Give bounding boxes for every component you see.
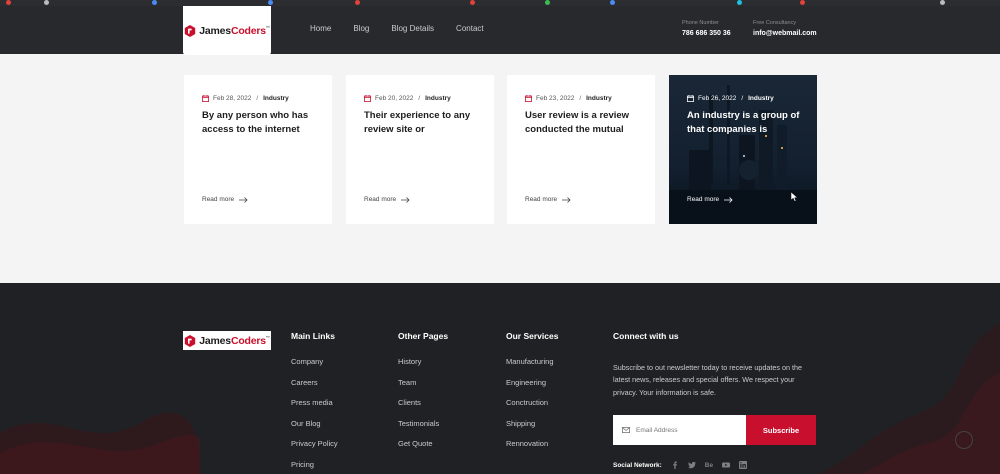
footer-link[interactable]: Privacy Policy <box>291 439 338 449</box>
footer-column-other-pages: Other Pages History Team Clients Testimo… <box>398 331 448 461</box>
arrow-right-icon <box>562 196 571 203</box>
footer-link[interactable]: Manufacturing <box>506 357 558 367</box>
nav-blog-details[interactable]: Blog Details <box>391 24 434 33</box>
site-header: JamesCoders™ Home Blog Blog Details Cont… <box>0 6 1000 55</box>
read-more-link[interactable]: Read more <box>687 196 733 203</box>
footer-link[interactable]: Clients <box>398 398 448 408</box>
card-category[interactable]: Industry <box>586 95 612 102</box>
arrow-right-icon <box>724 196 733 203</box>
site-footer: JamesCoders™ Main Links Company Careers … <box>0 283 1000 474</box>
email-input[interactable]: Email Address <box>613 415 746 445</box>
footer-link[interactable]: Rennovation <box>506 439 558 449</box>
card-category[interactable]: Industry <box>748 95 774 102</box>
footer-link[interactable]: Careers <box>291 378 338 388</box>
read-more-link[interactable]: Read more <box>202 196 248 203</box>
read-more-link[interactable]: Read more <box>525 196 571 203</box>
footer-link[interactable]: Engineering <box>506 378 558 388</box>
brand-name: JamesCoders™ <box>199 334 270 347</box>
footer-wave-decoration-left <box>0 412 200 474</box>
column-heading: Main Links <box>291 331 335 341</box>
brand-logo-icon <box>185 334 196 347</box>
footer-column-connect: Connect with us <box>613 331 679 358</box>
newsletter-description: Subscribe to out newsletter today to rec… <box>613 363 802 397</box>
footer-link[interactable]: History <box>398 357 448 367</box>
mail-icon <box>622 427 630 433</box>
card-meta: Feb 26, 2022/Industry <box>687 95 774 102</box>
card-category[interactable]: Industry <box>425 95 451 102</box>
phone-label: Phone Number <box>682 20 719 26</box>
footer-link[interactable]: Company <box>291 357 338 367</box>
blog-card[interactable]: Feb 23, 2022/Industry User review is a r… <box>507 75 655 224</box>
blog-card[interactable]: Feb 28, 2022/Industry By any person who … <box>184 75 332 224</box>
scroll-to-top-button[interactable] <box>955 431 973 449</box>
social-label: Social Network: <box>613 461 662 469</box>
footer-logo[interactable]: JamesCoders™ <box>183 331 271 350</box>
footer-link[interactable]: Our Blog <box>291 419 338 429</box>
card-title[interactable]: User review is a review conducted the mu… <box>525 109 645 136</box>
card-meta: Feb 28, 2022/Industry <box>202 95 289 102</box>
card-meta: Feb 20, 2022/Industry <box>364 95 451 102</box>
card-title[interactable]: An industry is a group of that companies… <box>687 109 807 136</box>
email-placeholder: Email Address <box>636 426 678 434</box>
footer-link[interactable]: Press media <box>291 398 338 408</box>
column-heading: Our Services <box>506 331 559 341</box>
brand-logo-icon <box>185 24 196 37</box>
footer-link[interactable]: Team <box>398 378 448 388</box>
email-label: Free Consultancy <box>753 20 797 26</box>
card-date: Feb 28, 2022 <box>213 95 252 102</box>
card-date: Feb 23, 2022 <box>536 95 575 102</box>
twitter-icon[interactable] <box>687 461 696 469</box>
footer-column-our-services: Our Services Manufacturing Engineering C… <box>506 331 558 461</box>
behance-icon[interactable]: Be <box>705 462 713 469</box>
mouse-cursor-icon <box>791 192 799 202</box>
card-meta: Feb 23, 2022/Industry <box>525 95 612 102</box>
column-heading: Connect with us <box>613 331 679 341</box>
card-date: Feb 26, 2022 <box>698 95 737 102</box>
nav-blog[interactable]: Blog <box>353 24 369 33</box>
newsletter-form: Email Address Subscribe <box>613 415 816 445</box>
facebook-icon[interactable] <box>671 461 679 469</box>
header-email: Free Consultancy info@webmail.com <box>753 20 817 37</box>
footer-link[interactable]: Conctruction <box>506 398 558 408</box>
nav-home[interactable]: Home <box>310 24 331 33</box>
arrow-right-icon <box>401 196 410 203</box>
footer-link[interactable]: Shipping <box>506 419 558 429</box>
subscribe-button[interactable]: Subscribe <box>746 415 816 445</box>
blog-card[interactable]: Feb 20, 2022/Industry Their experience t… <box>346 75 494 224</box>
footer-link[interactable]: Testimonials <box>398 419 448 429</box>
social-network: Social Network: Be <box>613 461 748 469</box>
footer-column-main-links: Main Links Company Careers Press media O… <box>291 331 338 474</box>
footer-link[interactable]: Get Quote <box>398 439 448 449</box>
card-category[interactable]: Industry <box>263 95 289 102</box>
calendar-icon <box>202 95 209 102</box>
card-title[interactable]: Their experience to any review site or <box>364 109 484 136</box>
youtube-icon[interactable] <box>722 461 731 469</box>
card-date: Feb 20, 2022 <box>375 95 414 102</box>
email-value[interactable]: info@webmail.com <box>753 30 817 37</box>
nav-contact[interactable]: Contact <box>456 24 484 33</box>
footer-link[interactable]: Pricing <box>291 460 338 470</box>
calendar-icon <box>525 95 532 102</box>
brand-name: JamesCoders™ <box>199 24 270 37</box>
main-nav: Home Blog Blog Details Contact <box>310 24 506 33</box>
header-logo[interactable]: JamesCoders™ <box>183 6 271 55</box>
footer-wave-decoration-right <box>820 323 1000 474</box>
calendar-icon <box>687 95 694 102</box>
linkedin-icon[interactable] <box>739 461 748 469</box>
column-heading: Other Pages <box>398 331 449 341</box>
blog-card-hovered[interactable]: Feb 26, 2022/Industry An industry is a g… <box>669 75 817 224</box>
arrow-right-icon <box>239 196 248 203</box>
card-title[interactable]: By any person who has access to the inte… <box>202 109 322 136</box>
read-more-link[interactable]: Read more <box>364 196 410 203</box>
header-phone: Phone Number 786 686 350 36 <box>682 20 731 37</box>
phone-value[interactable]: 786 686 350 36 <box>682 30 731 37</box>
calendar-icon <box>364 95 371 102</box>
